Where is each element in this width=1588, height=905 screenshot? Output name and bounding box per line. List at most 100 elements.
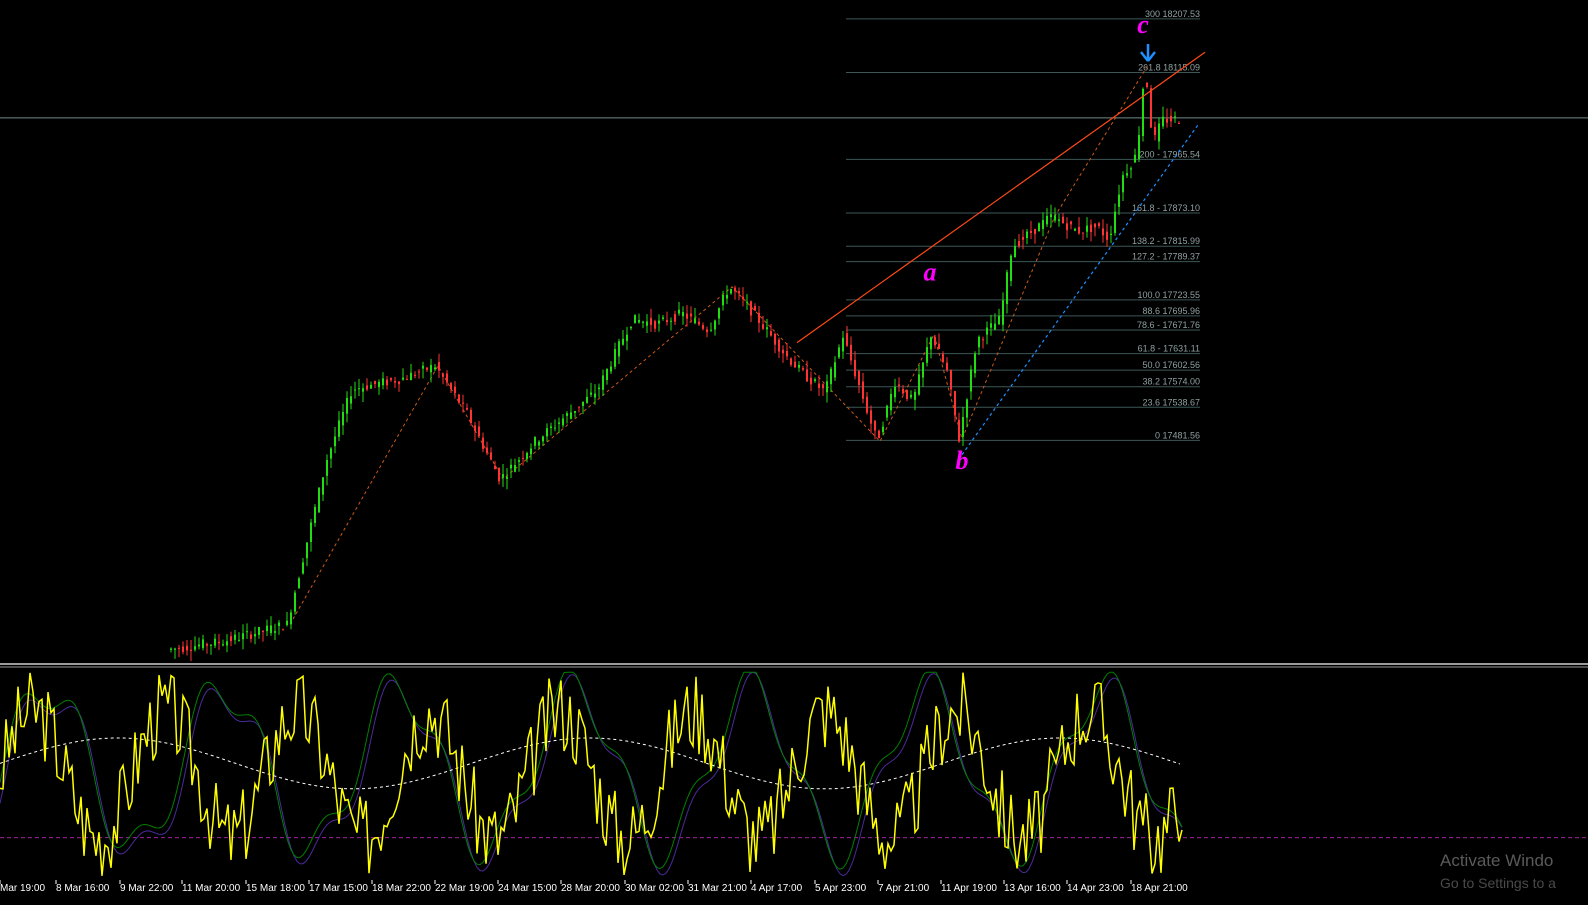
candle-body [198,644,200,647]
candle-body [250,634,252,639]
candle-body [470,409,472,424]
candle-body [278,622,280,627]
candle-body [642,321,644,323]
time-axis-label: 11 Mar 20:00 [182,883,241,894]
candle-body [390,378,392,381]
candle-body [474,425,476,431]
candle-body [286,620,288,625]
candle-body [930,337,932,350]
candle-body [454,386,456,394]
time-axis-label: 28 Mar 20:00 [561,883,620,894]
candle-body [518,460,520,462]
candle-body [798,364,800,368]
candle-body [974,353,976,374]
candle-body [998,315,1000,325]
activation-watermark-line2: Go to Settings to a [1440,875,1556,891]
time-axis-label: 30 Mar 02:00 [625,883,684,894]
candle-body [178,647,180,649]
candle-body [1010,255,1012,281]
candle-body [186,645,188,651]
candle-body [990,323,992,328]
time-axis-label: 8 Mar 16:00 [56,883,110,894]
candle-body [818,383,820,388]
candle-body [406,379,408,381]
candle-body [982,339,984,341]
wave-label-b: b [956,446,969,475]
candle-body [174,648,176,650]
candle-body [1018,240,1020,247]
candle-body [598,387,600,390]
candle-body [194,646,196,650]
candle-body [310,522,312,542]
candle-body [758,312,760,323]
candle-body [922,362,924,378]
candle-body [970,369,972,392]
candle-body [978,336,980,348]
wave-label-a: a [924,257,937,286]
candle-body [934,336,936,346]
candle-body [754,306,756,311]
candle-body [726,294,728,299]
time-axis-label: 18 Mar 22:00 [372,883,431,894]
candle-body [566,413,568,416]
candle-body [386,379,388,386]
candle-body [714,320,716,330]
time-axis-label: Mar 19:00 [0,883,45,894]
candle-body [478,426,480,437]
candle-body [822,384,824,389]
candle-body [362,388,364,392]
candle-body [610,366,612,372]
candle-body [414,374,416,376]
candle-body [1062,216,1064,224]
trading-chart[interactable]: 300 18207.53 261.8 18115.09 200 - 17965.54… [0,0,1588,905]
fib-level-label: 138.2 - 17815.99 [1132,236,1200,246]
time-axis-label: 5 Apr 23:00 [815,883,867,894]
candle-body [954,391,956,416]
candle-body [710,329,712,331]
candle-body [650,318,652,325]
time-axis-label: 18 Apr 21:00 [1131,883,1188,894]
candle-body [1130,168,1132,170]
candle-body [230,636,232,642]
time-axis-label: 22 Mar 19:00 [435,883,494,894]
candle-body [458,394,460,403]
candle-body [886,405,888,418]
candle-body [222,644,224,646]
candle-body [690,313,692,317]
candle-body [618,341,620,357]
time-axis-label: 31 Mar 21:00 [688,883,747,894]
candle-body [918,374,920,395]
candle-body [926,347,928,363]
candle-body [486,447,488,453]
candle-body [590,392,592,395]
candle-body [366,385,368,390]
candle-body [1058,219,1060,222]
candle-body [902,388,904,394]
candle-body [426,367,428,370]
candle-body [450,383,452,389]
candle-body [466,407,468,410]
candle-body [882,426,884,433]
wave-label-c: c [1137,10,1149,39]
candle-body [266,625,268,632]
candle-body [1178,123,1180,125]
candle-body [538,441,540,446]
candle-body [770,331,772,336]
candle-body [670,320,672,322]
candle-body [602,375,604,390]
candle-body [950,370,952,390]
candle-body [434,367,436,370]
candle-body [1126,173,1128,176]
candle-body [502,474,504,478]
candle-body [694,318,696,324]
candle-body [794,361,796,368]
candle-body [1078,227,1080,234]
candle-body [490,452,492,460]
candle-body [674,314,676,322]
candle-body [542,436,544,442]
candle-body [742,296,744,299]
candle-body [210,644,212,646]
candle-body [878,430,880,439]
candle-body [722,295,724,306]
candle-body [314,506,316,523]
